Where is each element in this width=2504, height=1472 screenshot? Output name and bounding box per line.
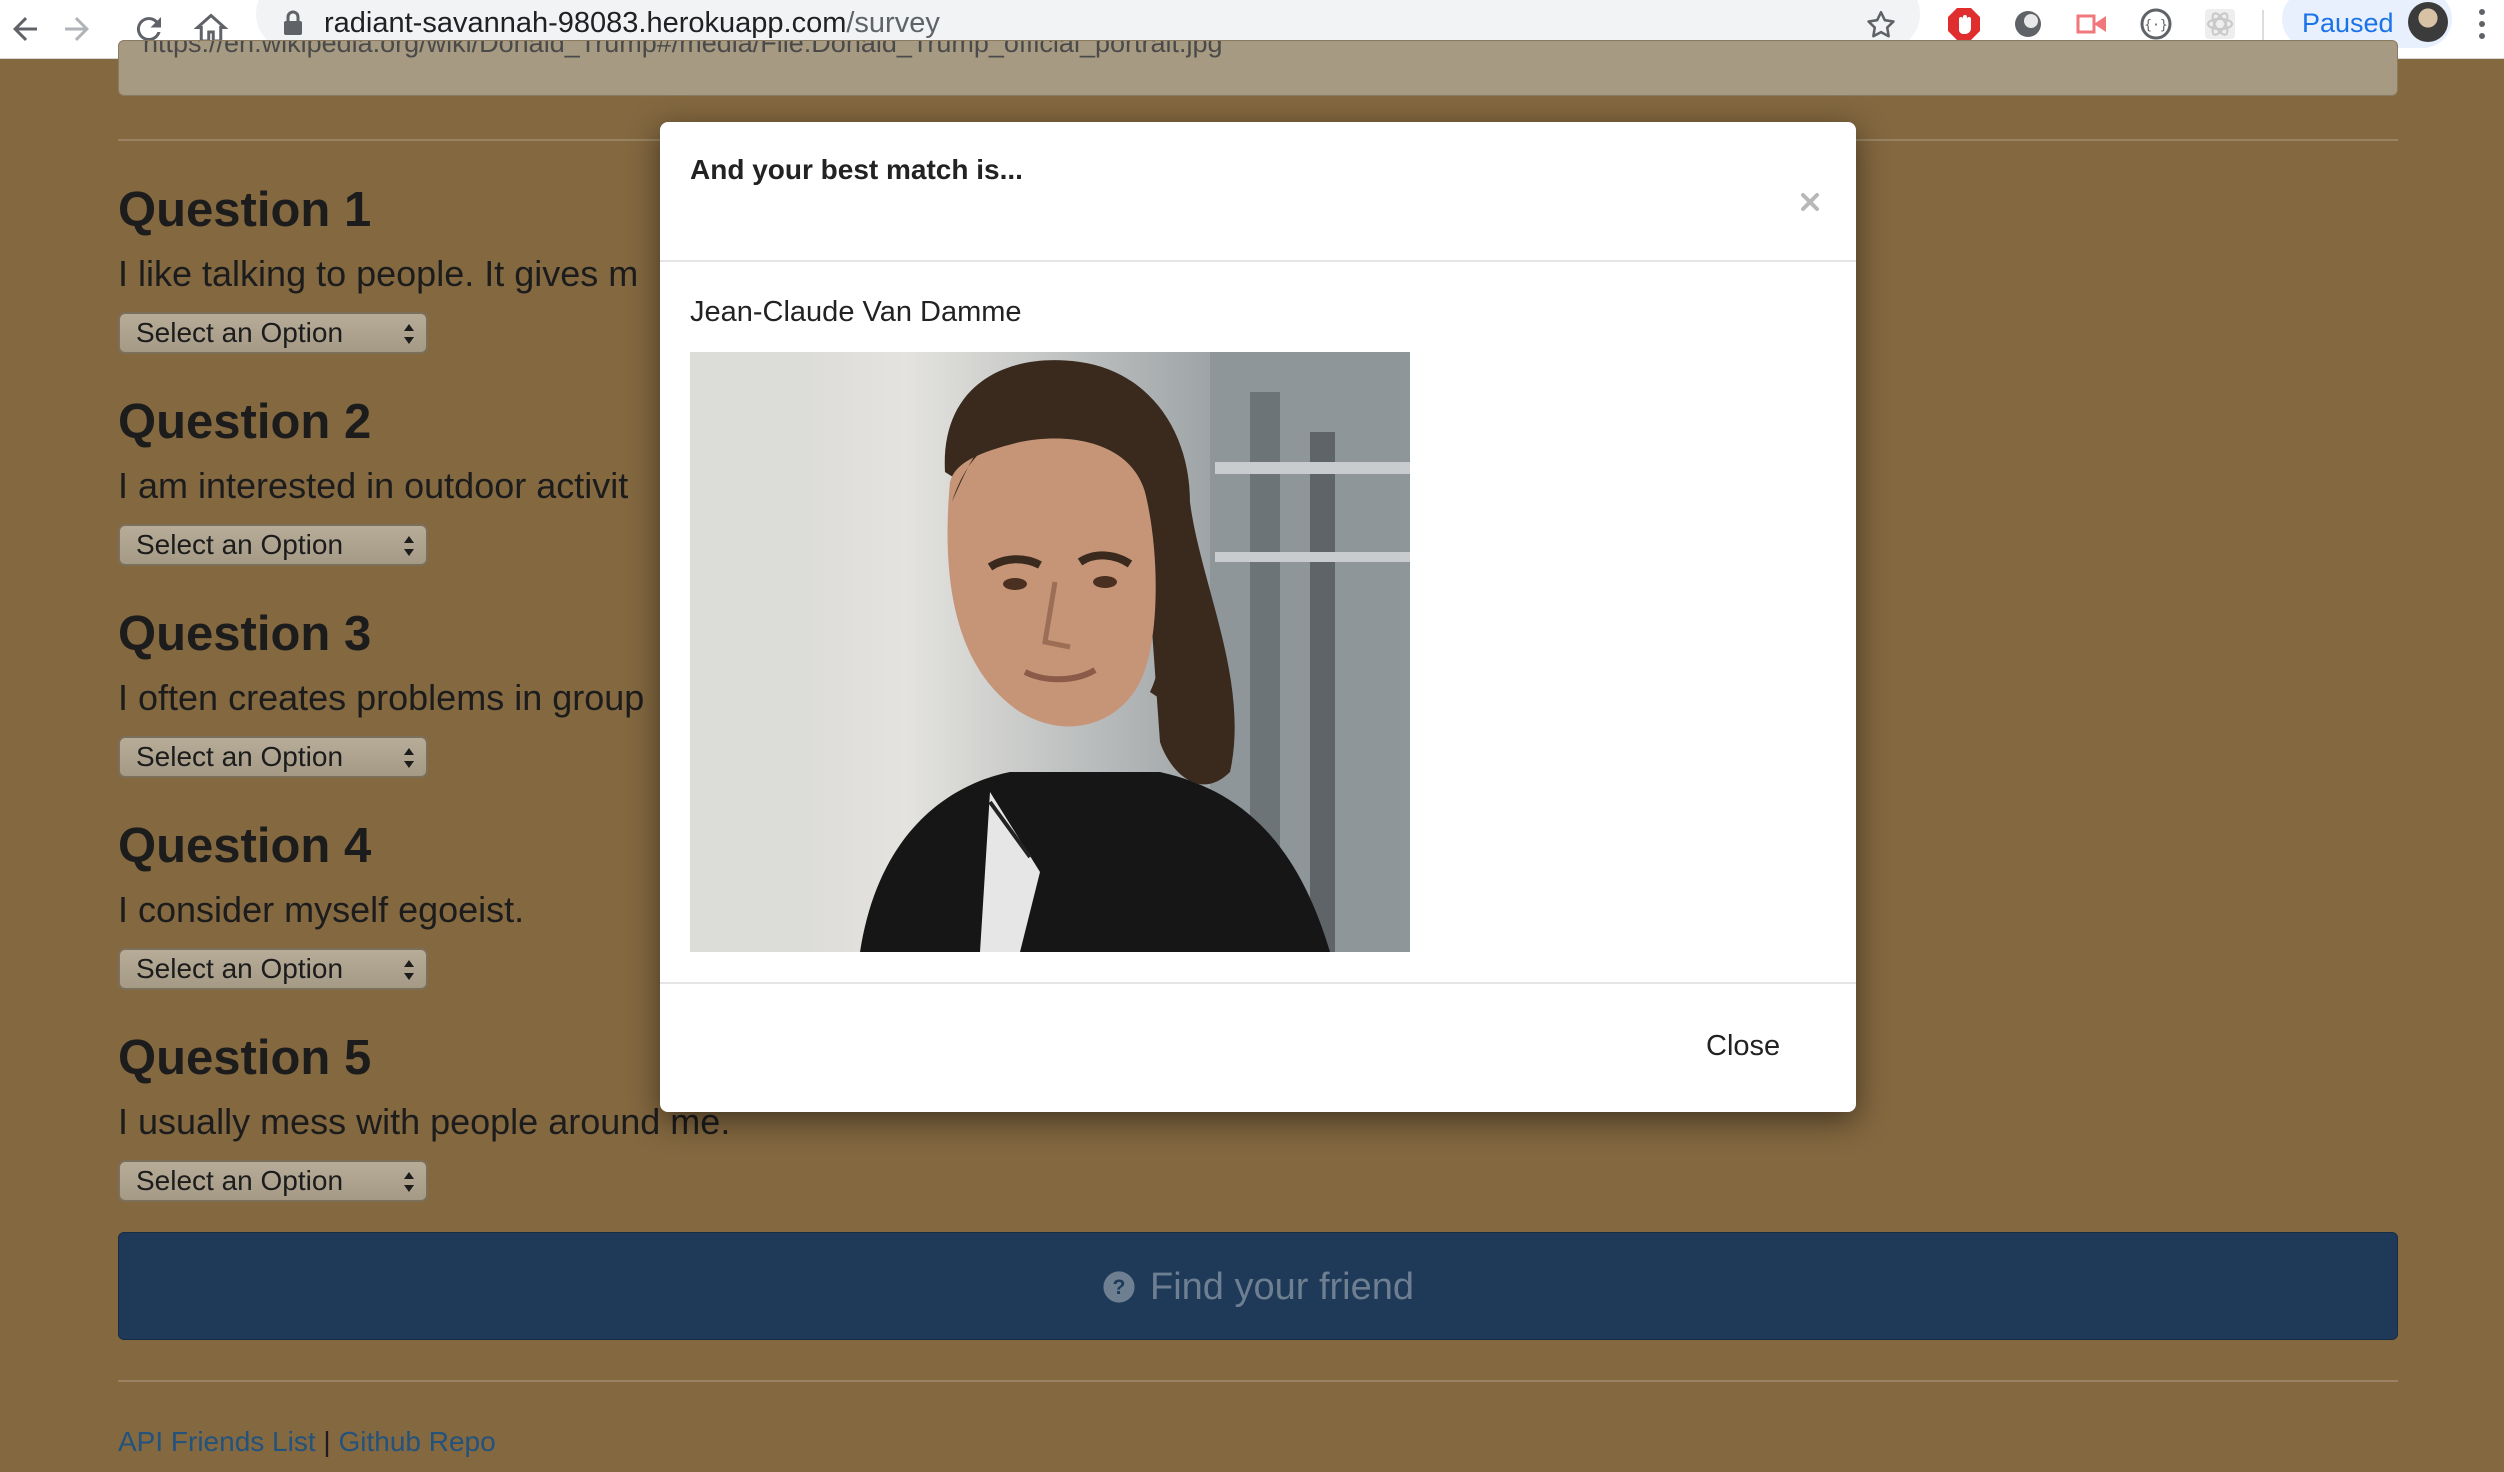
photo-link-field[interactable]: https://en.wikipedia.org/wiki/Donald_Tru… [118,40,2398,96]
footer-divider [118,1380,2398,1382]
modal-footer-divider [660,982,1856,984]
match-modal: And your best match is... Jean-Claude Va… [660,122,1856,1112]
footer-links: API Friends List | Github Repo [118,1424,496,1460]
arrow-right-icon [65,17,89,41]
adblock-extension-icon[interactable] [1946,6,1982,42]
question-5-select-value: Select an Option [136,1165,344,1196]
select-arrows-icon [404,1172,414,1192]
question-3-title: Question 3 [118,607,372,661]
modal-header-divider [660,260,1856,262]
svg-text:?: ? [1112,1275,1125,1299]
svg-text:{·}: {·} [2144,18,2167,33]
question-1-text: I like talking to people. It gives m [118,253,639,294]
question-3-select-value: Select an Option [136,741,344,772]
github-repo-link[interactable]: Github Repo [338,1426,495,1457]
question-5-text: I usually mess with people around me. [118,1101,731,1142]
select-arrows-icon [404,324,414,344]
question-circle-icon: ? [1103,1271,1135,1303]
star-icon[interactable] [1864,8,1898,42]
question-5-select[interactable]: Select an Option [118,1160,428,1202]
url-path: /survey [846,7,940,39]
back-button[interactable] [0,4,50,54]
select-arrows-icon [404,536,414,556]
question-3-select[interactable]: Select an Option [118,736,428,778]
question-2-select[interactable]: Select an Option [118,524,428,566]
match-photo [690,352,1410,952]
question-4-select-value: Select an Option [136,953,344,984]
toolbar-divider [2262,10,2264,40]
avatar[interactable] [2408,2,2448,42]
question-1-select-value: Select an Option [136,317,344,348]
question-1-select[interactable]: Select an Option [118,312,428,354]
question-2-select-value: Select an Option [136,529,344,560]
modal-title: And your best match is... [690,154,1023,185]
circle-extension-icon[interactable] [2010,6,2046,42]
question-4-text: I consider myself egoeist. [118,889,525,930]
forward-button[interactable] [52,4,102,54]
question-2-text: I am interested in outdoor activit [118,465,629,506]
lock-icon [284,10,302,35]
question-5-title: Question 5 [118,1031,372,1085]
react-extension-icon[interactable] [2202,6,2238,42]
url-text[interactable]: radiant-savannah-98083.herokuapp.com/sur… [324,4,940,42]
question-4-title: Question 4 [118,819,372,873]
arrow-left-icon [13,17,37,41]
profile-status-label: Paused [2302,8,2394,38]
question-3-text: I often creates problems in group [118,677,645,718]
question-4-select[interactable]: Select an Option [118,948,428,990]
close-icon[interactable] [1798,190,1822,214]
select-arrows-icon [404,748,414,768]
question-1-title: Question 1 [118,183,372,237]
match-photo-illustration [690,352,1410,952]
photo-link-value: https://en.wikipedia.org/wiki/Donald_Tru… [143,40,1223,58]
more-menu-icon[interactable] [2472,6,2492,42]
api-friends-list-link[interactable]: API Friends List [118,1426,316,1457]
close-button[interactable]: Close [1706,1028,1780,1064]
code-extension-icon[interactable]: {·} [2138,6,2174,42]
find-your-friend-button[interactable]: ? Find your friend [118,1232,2398,1340]
match-name: Jean-Claude Van Damme [690,296,1022,328]
video-extension-icon[interactable] [2074,6,2110,42]
url-host: radiant-savannah-98083.herokuapp.com [324,7,847,39]
select-arrows-icon [404,960,414,980]
question-2-title: Question 2 [118,395,372,449]
find-your-friend-label: Find your friend [1149,1265,1414,1308]
footer-separator: | [323,1426,331,1457]
